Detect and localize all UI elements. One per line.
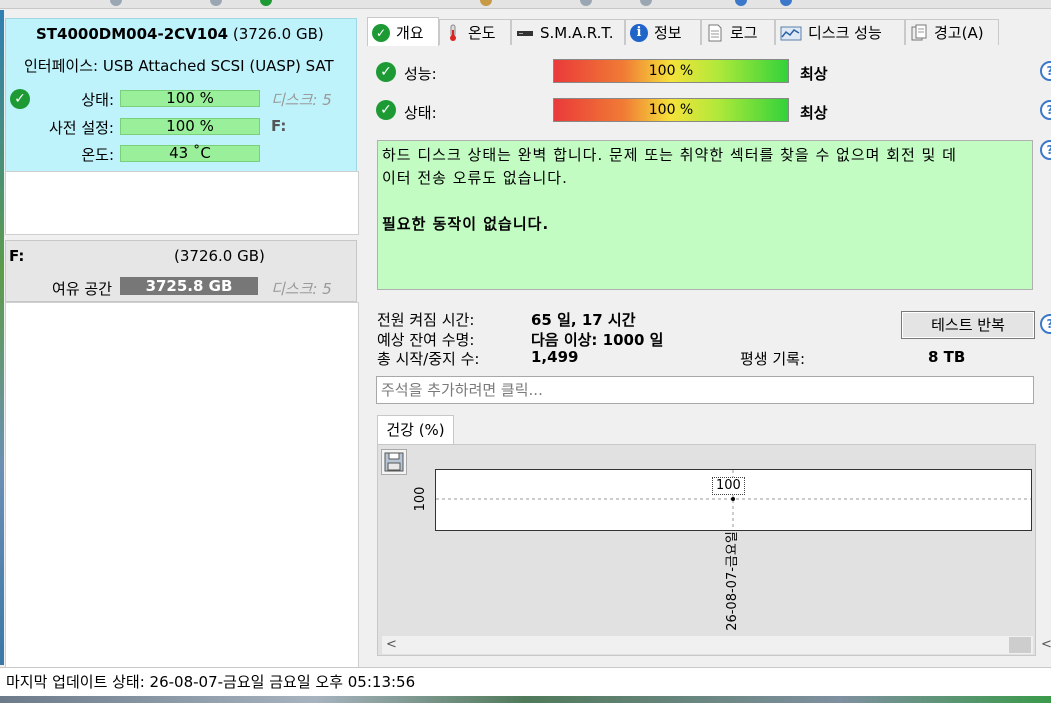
volume-disk-ref: 디스크: 5 — [271, 280, 332, 298]
volume-capacity: (3726.0 GB) — [174, 247, 265, 265]
free-space-bar: 3725.8 GB — [120, 277, 258, 295]
tab-health-graph[interactable]: 건강 (%) — [377, 415, 454, 445]
temp-label: 온도: — [81, 146, 114, 164]
document-icon — [706, 24, 724, 42]
disk-title: ST4000DM004-2CV104 (3726.0 GB) — [36, 25, 324, 43]
status-bar: 마지막 업데이트 상태: 26-08-07-금요일 금요일 오후 05:13:5… — [0, 667, 1051, 696]
starts-label: 총 시작/중지 수: — [377, 350, 480, 368]
toolbar-icon[interactable] — [260, 0, 272, 6]
tab-label: 정보 — [654, 24, 682, 42]
desktop-strip — [0, 696, 1051, 703]
tab-smart[interactable]: S.M.A.R.T. — [511, 19, 625, 45]
tab-label: 개요 — [396, 24, 424, 42]
tab-overview[interactable]: ✓ 개요 — [367, 17, 439, 47]
tab-info[interactable]: i 정보 — [625, 19, 701, 45]
health-data-point[interactable] — [731, 497, 735, 501]
health-bar: 100 % — [553, 98, 789, 122]
thermometer-icon — [444, 24, 462, 42]
performance-ok-icon: ✓ — [376, 62, 396, 82]
graph-scrollbar[interactable]: < — [382, 636, 1033, 654]
power-on-value: 65 일, 17 시간 — [531, 311, 636, 329]
scroll-thumb[interactable] — [1009, 637, 1031, 653]
status-message-action: 필요한 동작이 없습니다. — [382, 215, 550, 233]
disk-card[interactable]: ST4000DM004-2CV104 (3726.0 GB) 인터페이스: US… — [5, 18, 357, 172]
chart-icon — [780, 24, 802, 42]
health-label: 상태: — [404, 104, 437, 122]
status-bar: 100 % — [120, 90, 260, 107]
status-message-line1: 하드 디스크 상태는 완벽 합니다. 문제 또는 취약한 섹터를 찾을 수 없으… — [382, 146, 957, 164]
toolbar-icon[interactable] — [480, 0, 492, 6]
volume-letter: F: — [9, 247, 25, 265]
life-value: 다음 이상: 1000 일 — [531, 331, 664, 349]
tab-label: 로그 — [730, 24, 758, 42]
performance-bar: 100 % — [553, 59, 789, 83]
background-edge — [0, 10, 4, 665]
presets-bar: 100 % — [120, 118, 260, 135]
disk-capacity: (3726.0 GB) — [232, 25, 324, 43]
free-space-label: 여유 공간 — [52, 280, 112, 298]
presets-label: 사전 설정: — [48, 119, 114, 137]
scroll-left-arrow[interactable]: < — [386, 636, 397, 654]
tab-disk-performance[interactable]: 디스크 성능 — [775, 19, 905, 45]
performance-label: 성능: — [404, 65, 437, 83]
tab-label: S.M.A.R.T. — [540, 23, 614, 42]
repeat-test-button[interactable]: 테스트 반복 — [901, 311, 1035, 339]
status-label: 상태: — [81, 91, 114, 109]
lifetime-writes-value: 8 TB — [928, 348, 966, 366]
lifetime-writes-label: 평생 기록: — [740, 350, 806, 368]
life-label: 예상 잔여 수명: — [377, 331, 475, 349]
disk-ref: 디스크: 5 — [271, 91, 332, 109]
tab-bar: ✓ 개요 온도 S.M.A.R.T. i 정보 로그 디스크 성능 경고(A) — [363, 17, 1003, 47]
status-message-box: 하드 디스크 상태는 완벽 합니다. 문제 또는 취약한 섹터를 찾을 수 없으… — [377, 140, 1033, 290]
y-tick-label: 100 — [413, 486, 428, 512]
drive-letter: F: — [271, 117, 287, 135]
starts-value: 1,499 — [531, 348, 579, 366]
health-ok-icon: ✓ — [376, 100, 396, 120]
clipboard-icon — [910, 24, 928, 42]
performance-rating: 최상 — [800, 65, 828, 83]
info-icon: i — [630, 23, 648, 42]
status-message-line2: 이터 전송 오류도 없습니다. — [382, 169, 568, 187]
disk-list-space — [5, 171, 359, 235]
toolbar-icon[interactable] — [780, 0, 792, 6]
interface-row: 인터페이스: USB Attached SCSI (UASP) SAT — [24, 55, 356, 76]
point-label: 100 — [712, 477, 745, 495]
toolbar-icon[interactable] — [735, 0, 747, 6]
health-rating: 최상 — [800, 104, 828, 122]
tab-label: 온도 — [468, 24, 496, 42]
drive-icon — [516, 24, 534, 42]
disk-model: ST4000DM004-2CV104 — [36, 25, 229, 43]
tab-label: 경고(A) — [934, 24, 984, 42]
toolbar-icon[interactable] — [210, 0, 222, 6]
check-icon: ✓ — [372, 23, 390, 42]
temp-bar: 43 ˚C — [120, 145, 260, 162]
tab-alerts[interactable]: 경고(A) — [905, 19, 999, 45]
tab-label: 디스크 성능 — [808, 24, 882, 42]
scroll-right-arrow[interactable]: < — [1041, 636, 1051, 654]
toolbar-icon[interactable] — [110, 0, 122, 6]
toolbar-icon[interactable] — [640, 0, 652, 6]
volume-card[interactable]: F: (3726.0 GB) 여유 공간 3725.8 GB 디스크: 5 — [5, 240, 357, 302]
power-on-label: 전원 켜짐 시간: — [377, 311, 475, 329]
tab-log[interactable]: 로그 — [701, 19, 775, 45]
floppy-disk-icon — [384, 452, 404, 472]
tab-temperature[interactable]: 온도 — [439, 19, 511, 45]
interface-value: USB Attached SCSI (UASP) SAT — [102, 57, 334, 75]
save-graph-button[interactable] — [381, 449, 407, 475]
toolbar-icon[interactable] — [580, 0, 592, 6]
interface-label: 인터페이스: — [24, 57, 99, 75]
x-tick-label: 26-08-07-금요일 — [725, 531, 740, 631]
status-bar-text: 마지막 업데이트 상태: 26-08-07-금요일 금요일 오후 05:13:5… — [6, 673, 416, 691]
note-input[interactable]: 주석을 추가하려면 클릭... — [376, 376, 1034, 404]
volume-list-space — [5, 302, 359, 668]
toolbar-strip — [0, 0, 1051, 9]
